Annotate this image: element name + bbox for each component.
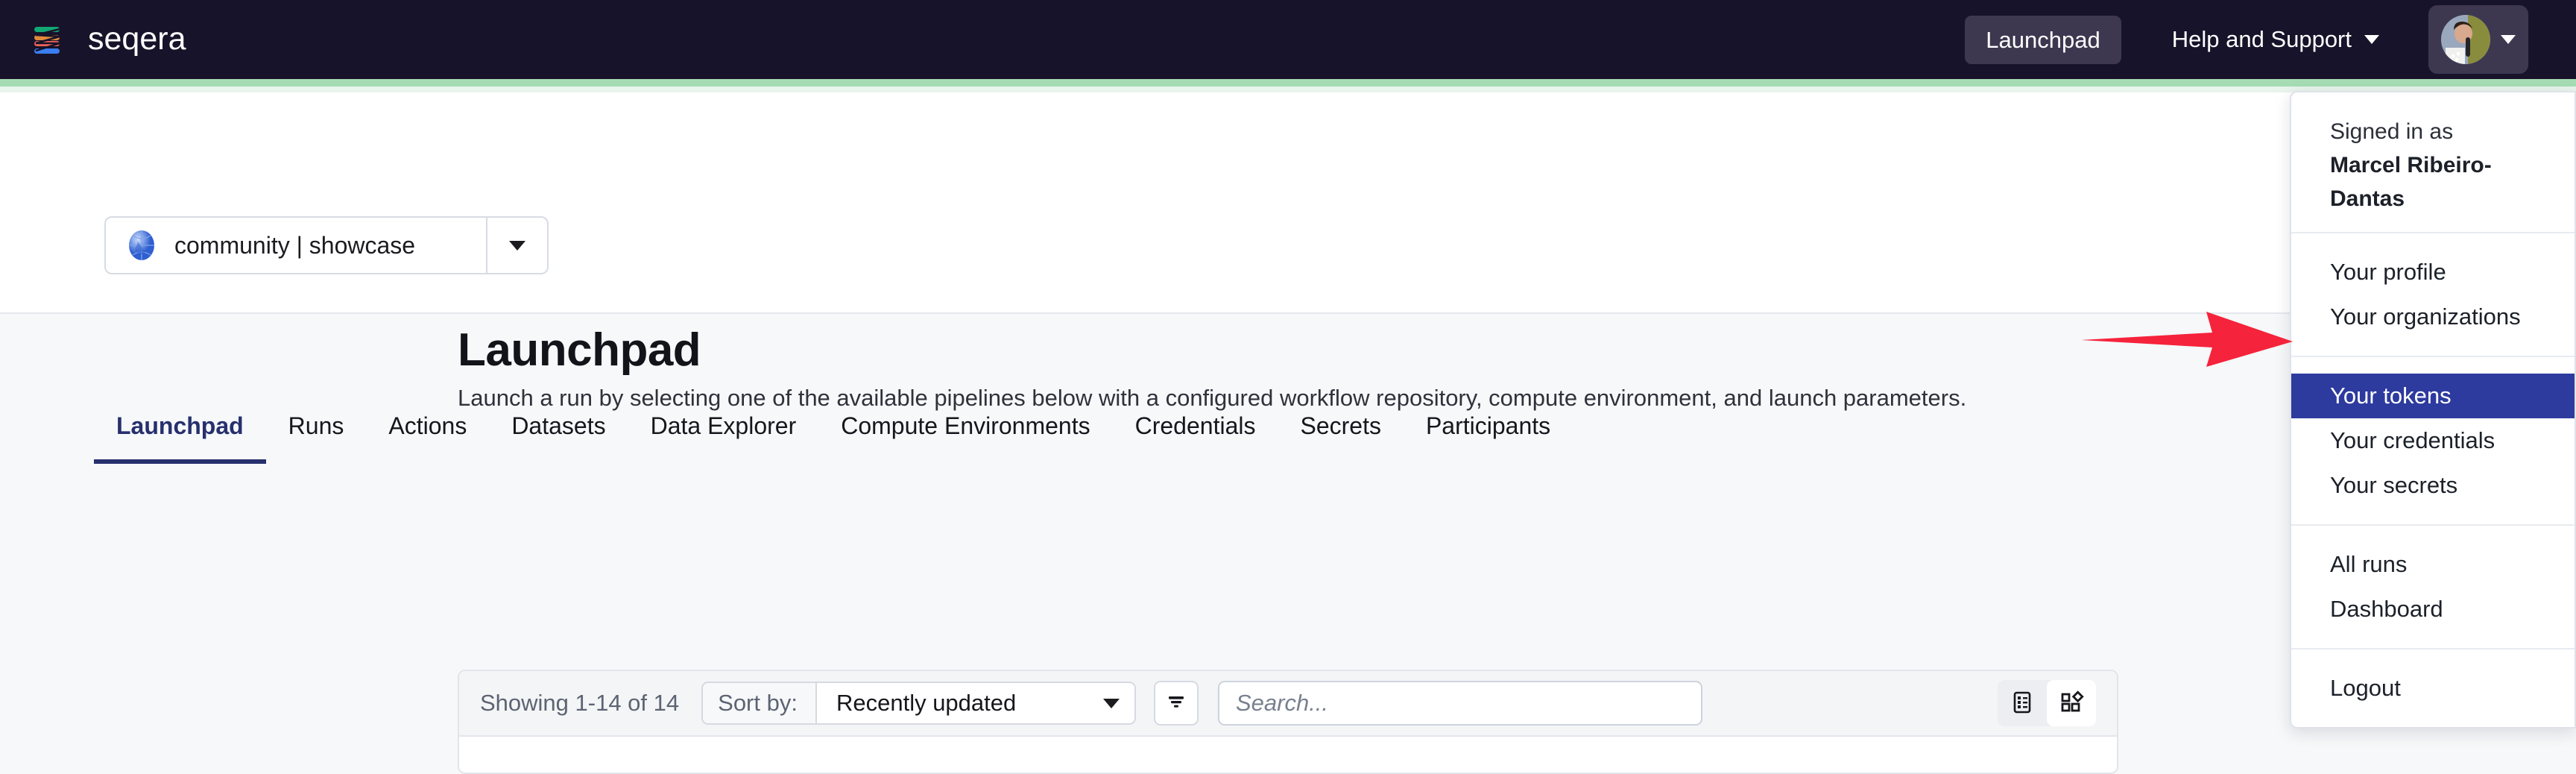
view-toggle-group [1998,680,2096,726]
chevron-down-icon [2501,35,2516,44]
workspace-and-tabs-band [0,92,2576,314]
pipelines-toolbar: Showing 1-14 of 14 Sort by: Recently upd… [459,671,2117,737]
workspace-selector[interactable]: community | showcase [104,216,549,274]
workspace-dropdown-toggle[interactable] [486,218,547,273]
tab-datasets[interactable]: Datasets [489,412,628,464]
signed-in-user-name: Marcel Ribeiro-Dantas [2330,148,2536,215]
page-body: community | showcase Launchpad Runs Acti… [0,92,2576,673]
page-description: Launch a run by selecting one of the ava… [458,385,1966,412]
tab-secrets[interactable]: Secrets [1278,412,1403,464]
chevron-down-icon [2364,35,2379,44]
menu-item-your-tokens[interactable]: Your tokens [2291,374,2575,418]
help-and-support-label: Help and Support [2172,26,2352,53]
menu-section-security: Your tokens Your credentials Your secret… [2291,356,2575,524]
tab-data-explorer[interactable]: Data Explorer [628,412,819,464]
signed-in-label: Signed in as [2330,115,2536,148]
launchpad-button[interactable]: Launchpad [1965,16,2121,64]
workspace-label: community | showcase [174,232,415,259]
list-view-button[interactable] [1998,680,2047,726]
seqera-wordmark: seqera [88,22,237,57]
workspace-selector-main[interactable]: community | showcase [106,218,486,273]
tab-actions[interactable]: Actions [366,412,489,464]
header-accent-line [0,79,2576,86]
sort-by-group: Sort by: Recently updated [701,682,1136,725]
page-title: Launchpad [458,324,701,377]
menu-item-dashboard[interactable]: Dashboard [2291,587,2575,632]
sort-by-value: Recently updated [836,690,1016,717]
signed-in-block: Signed in as Marcel Ribeiro-Dantas [2291,109,2575,215]
menu-item-your-organizations[interactable]: Your organizations [2291,295,2575,339]
menu-section-logout: Logout [2291,648,2575,727]
avatar [2441,15,2490,64]
workspace-tabs: Launchpad Runs Actions Datasets Data Exp… [94,411,1573,462]
menu-section-account: Your profile Your organizations [2291,232,2575,356]
list-view-icon [2010,690,2035,717]
tab-credentials[interactable]: Credentials [1113,412,1278,464]
red-arrow-pointer-icon [2080,304,2294,373]
grid-view-icon [2059,690,2084,717]
tab-participants[interactable]: Participants [1404,412,1573,464]
chevron-down-icon [1103,699,1120,708]
help-and-support-menu[interactable]: Help and Support [2172,26,2379,53]
header-actions: Launchpad Help and Support [1965,5,2528,74]
chevron-down-icon [509,241,525,251]
user-dropdown-menu: Signed in as Marcel Ribeiro-Dantas Your … [2290,91,2576,729]
user-avatar-button[interactable] [2428,5,2528,74]
pipelines-card: Showing 1-14 of 14 Sort by: Recently upd… [458,670,2118,774]
tab-launchpad[interactable]: Launchpad [94,412,266,464]
menu-item-all-runs[interactable]: All runs [2291,542,2575,587]
menu-section-signed-in: Signed in as Marcel Ribeiro-Dantas [2291,92,2575,232]
menu-section-navigation: All runs Dashboard [2291,524,2575,648]
sort-by-label: Sort by: [701,682,815,725]
menu-item-your-secrets[interactable]: Your secrets [2291,463,2575,508]
tab-runs[interactable]: Runs [266,412,367,464]
seqera-logo-icon [30,20,69,59]
svg-text:seqera: seqera [88,22,186,57]
globe-icon [125,229,158,262]
menu-item-your-credentials[interactable]: Your credentials [2291,418,2575,463]
menu-item-your-profile[interactable]: Your profile [2291,250,2575,295]
tab-compute-environments[interactable]: Compute Environments [818,412,1112,464]
filter-icon [1165,690,1187,717]
filter-button[interactable] [1154,681,1199,726]
seqera-logo[interactable]: seqera [30,20,237,59]
search-input[interactable] [1218,681,1702,726]
menu-item-logout[interactable]: Logout [2291,666,2575,711]
grid-view-button[interactable] [2047,680,2096,726]
top-header-bar: seqera Launchpad Help and Support [0,0,2576,79]
sort-by-select[interactable]: Recently updated [815,682,1136,725]
showing-count: Showing 1-14 of 14 [480,690,679,717]
